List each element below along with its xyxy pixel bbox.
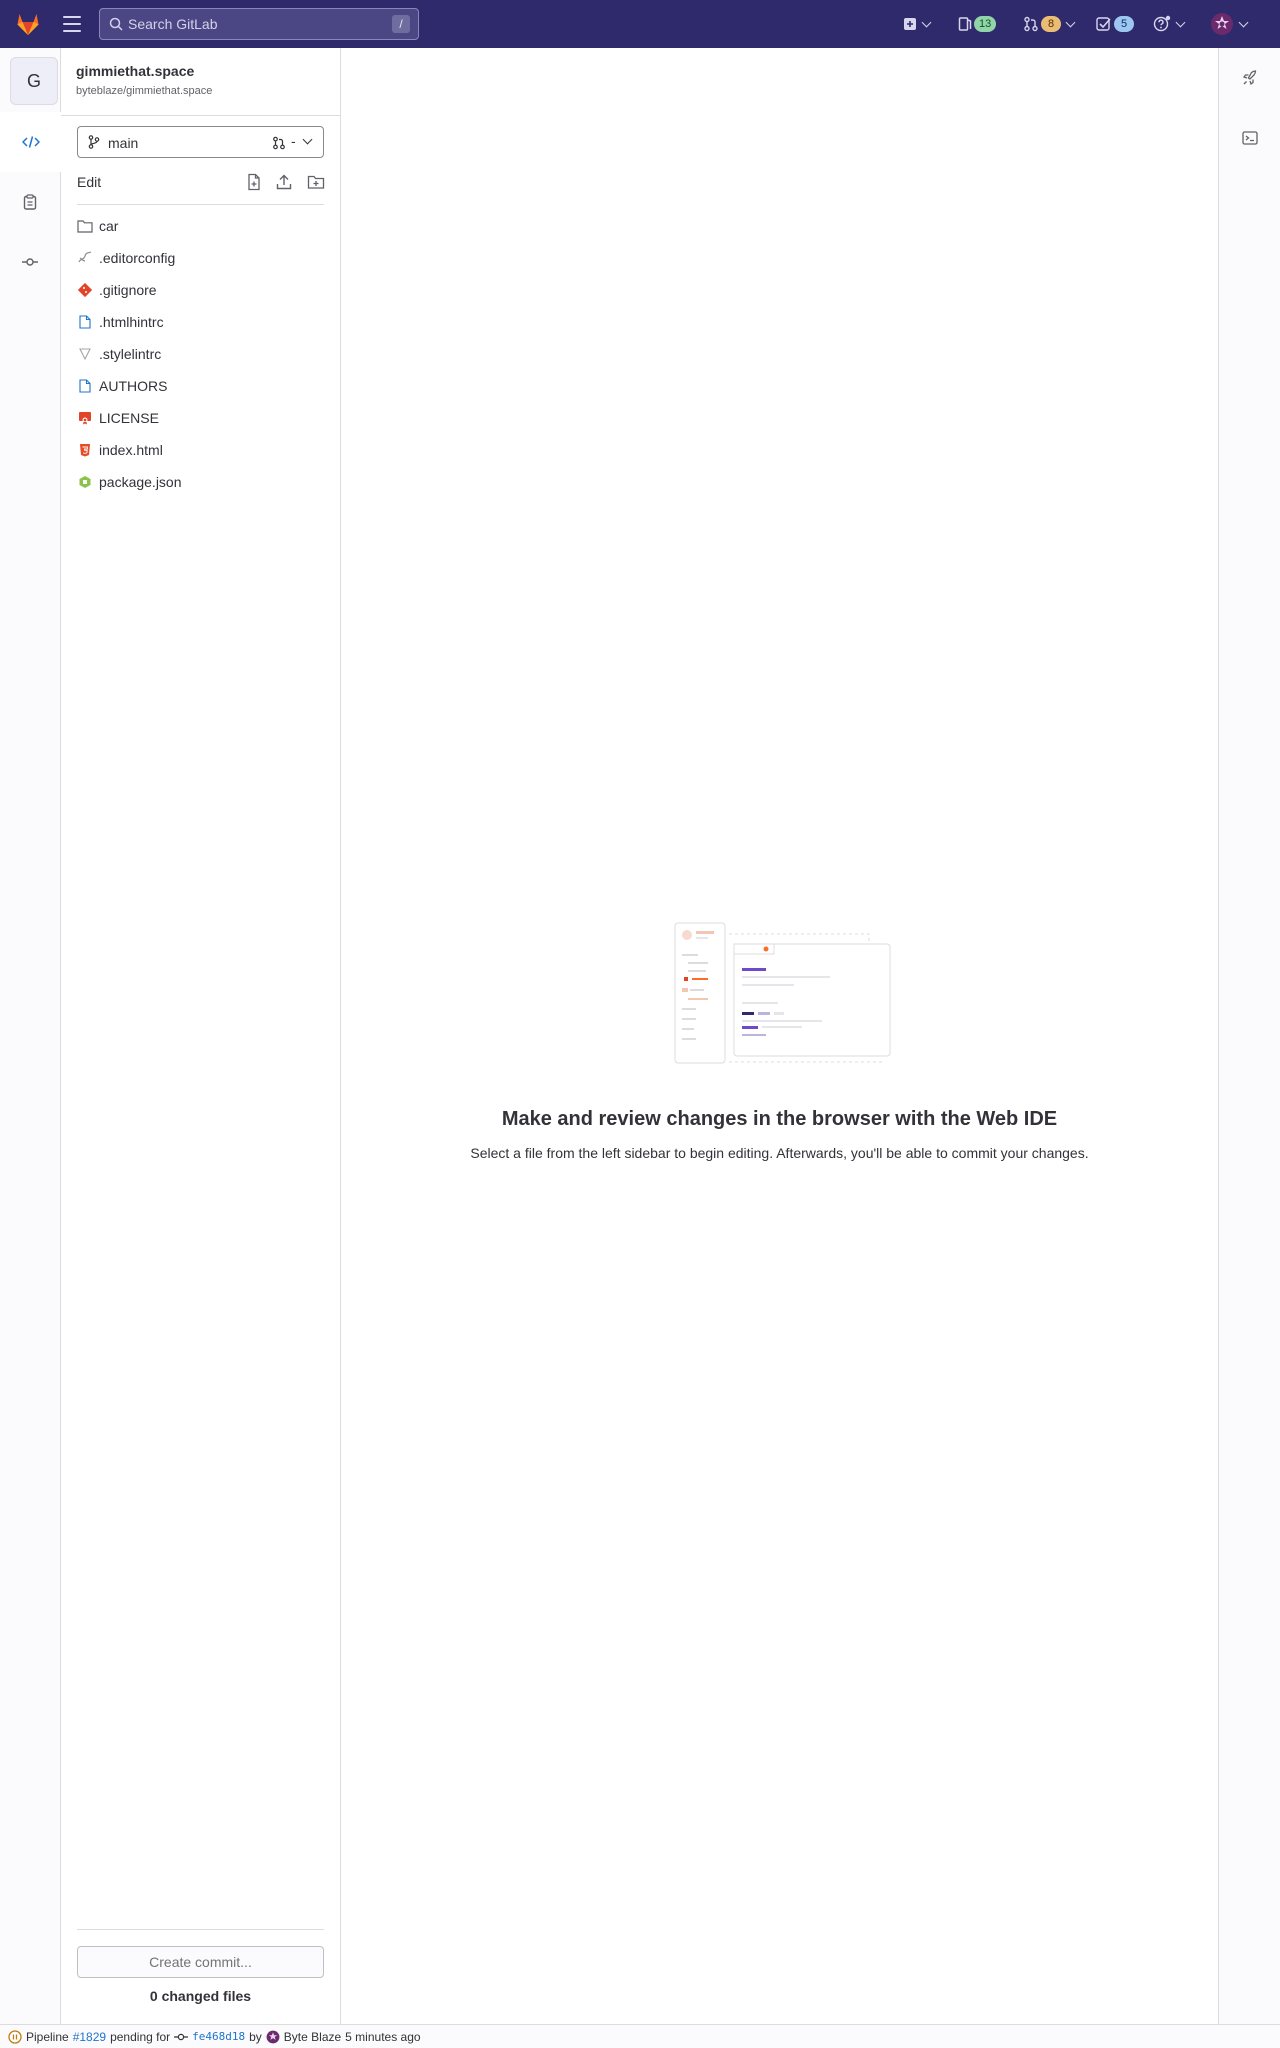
pipeline-link[interactable]: #1829 [73, 2030, 106, 2044]
right-sidebar [1218, 48, 1280, 2024]
new-folder-icon[interactable] [306, 172, 326, 192]
commit-time: 5 minutes ago [345, 2029, 421, 2044]
divider [61, 115, 341, 116]
commit-author[interactable]: Byte Blaze [284, 2030, 341, 2044]
folder-icon [77, 220, 93, 233]
merge-request-icon [1024, 16, 1038, 32]
empty-state-description: Select a file from the left sidebar to b… [470, 1145, 1089, 1161]
chevron-down-icon [921, 17, 932, 27]
file-name: .editorconfig [99, 250, 176, 266]
clipboard-icon [23, 194, 37, 210]
file-name: .htmlhintrc [99, 314, 164, 330]
chevron-down-icon [1175, 17, 1186, 27]
file-tree-item[interactable]: AUTHORS [77, 370, 324, 402]
todos-button[interactable]: 5 [1096, 12, 1134, 36]
issues-button[interactable]: 13 [958, 12, 997, 36]
user-menu-button[interactable] [1210, 12, 1249, 36]
pipeline-pending-icon [8, 2029, 22, 2044]
todo-check-icon [1096, 17, 1111, 31]
web-ide-illustration [674, 922, 891, 1064]
gitlab-logo-icon[interactable] [14, 10, 42, 38]
file-tree: car .editorconfig .gitignore .htmlhintrc… [77, 210, 324, 498]
empty-state-title: Make and review changes in the browser w… [501, 1108, 1058, 1130]
file-tree-item[interactable]: .gitignore [77, 274, 324, 306]
search-icon [109, 17, 123, 31]
issues-count-badge: 13 [974, 16, 997, 32]
file-name: index.html [99, 442, 163, 458]
edit-label: Edit [77, 174, 102, 190]
changed-files-count: 0 changed files [149, 1988, 252, 2004]
search-shortcut-key: / [392, 15, 410, 33]
terminal-icon [1242, 131, 1258, 145]
html-icon [80, 444, 90, 457]
new-file-icon[interactable] [244, 172, 264, 192]
file-tree-item[interactable]: LICENSE [77, 402, 324, 434]
search-placeholder: Search GitLab [128, 16, 218, 32]
pipeline-status: pending for [110, 2029, 171, 2044]
commit-mode-button[interactable] [0, 232, 60, 292]
code-icon [21, 136, 40, 148]
file-name: car [99, 218, 119, 234]
edit-mode-button[interactable] [0, 112, 61, 172]
create-new-button[interactable] [903, 12, 932, 36]
merge-requests-count-badge: 8 [1041, 16, 1061, 32]
commit-icon [174, 2033, 189, 2040]
status-bar: Pipeline #1829 pending for fe468d18 by B… [0, 2024, 1280, 2048]
file-icon [79, 379, 91, 393]
activity-bar: G [0, 48, 61, 2024]
commit-sha-link[interactable]: fe468d18 [192, 2030, 245, 2043]
search-input[interactable]: Search GitLab / [99, 8, 419, 40]
project-name[interactable]: gimmiethat.space [76, 63, 194, 79]
file-tree-item[interactable]: .htmlhintrc [77, 306, 324, 338]
file-tree-item[interactable]: package.json [77, 466, 324, 498]
project-avatar[interactable]: G [10, 57, 58, 105]
commit-icon [22, 258, 38, 266]
branch-name: main [108, 135, 139, 151]
file-tree-item[interactable]: .stylelintrc [77, 338, 324, 370]
file-name: .gitignore [99, 282, 157, 298]
user-avatar-icon [1211, 13, 1233, 35]
file-tree-item[interactable]: index.html [77, 434, 324, 466]
stylelint-icon [79, 348, 91, 361]
top-navigation-bar: Search GitLab / 13 8 5 [0, 0, 1280, 48]
divider [77, 204, 324, 205]
file-name: .stylelintrc [99, 346, 162, 362]
user-avatar-icon [266, 2030, 280, 2043]
chevron-down-icon [1238, 17, 1249, 27]
file-tree-item[interactable]: .editorconfig [77, 242, 324, 274]
file-name: AUTHORS [99, 378, 168, 394]
branch-icon [88, 135, 100, 149]
menu-hamburger-icon[interactable] [63, 16, 81, 32]
file-icon [79, 315, 91, 329]
help-button[interactable] [1153, 12, 1186, 36]
upload-icon[interactable] [274, 172, 294, 192]
merge-request-icon [273, 136, 285, 150]
terminal-button[interactable] [1219, 108, 1280, 168]
editorconfig-icon [78, 251, 92, 263]
rocket-icon [1242, 70, 1257, 86]
pipeline-label: Pipeline [26, 2029, 69, 2044]
npm-icon [79, 476, 91, 488]
chevron-down-icon [1065, 17, 1076, 27]
project-path: byteblaze/gimmiethat.space [76, 85, 213, 97]
review-mode-button[interactable] [0, 172, 60, 232]
divider [77, 1929, 324, 1930]
chevron-down-icon [302, 134, 313, 145]
file-tree-item[interactable]: car [77, 210, 324, 242]
merge-requests-button[interactable]: 8 [1023, 12, 1076, 36]
plus-square-icon [904, 18, 916, 30]
help-question-icon [1153, 15, 1171, 32]
issues-icon [958, 17, 972, 31]
file-name: package.json [99, 474, 182, 490]
file-name: LICENSE [99, 410, 159, 426]
license-icon [79, 412, 91, 425]
create-commit-button[interactable]: Create commit... [77, 1946, 324, 1978]
by-label: by [249, 2029, 262, 2044]
branch-selector[interactable]: main - [77, 126, 324, 158]
pipelines-button[interactable] [1219, 48, 1280, 108]
todos-count-badge: 5 [1114, 16, 1134, 32]
git-icon [78, 283, 92, 297]
merge-request-value: - [291, 133, 296, 149]
